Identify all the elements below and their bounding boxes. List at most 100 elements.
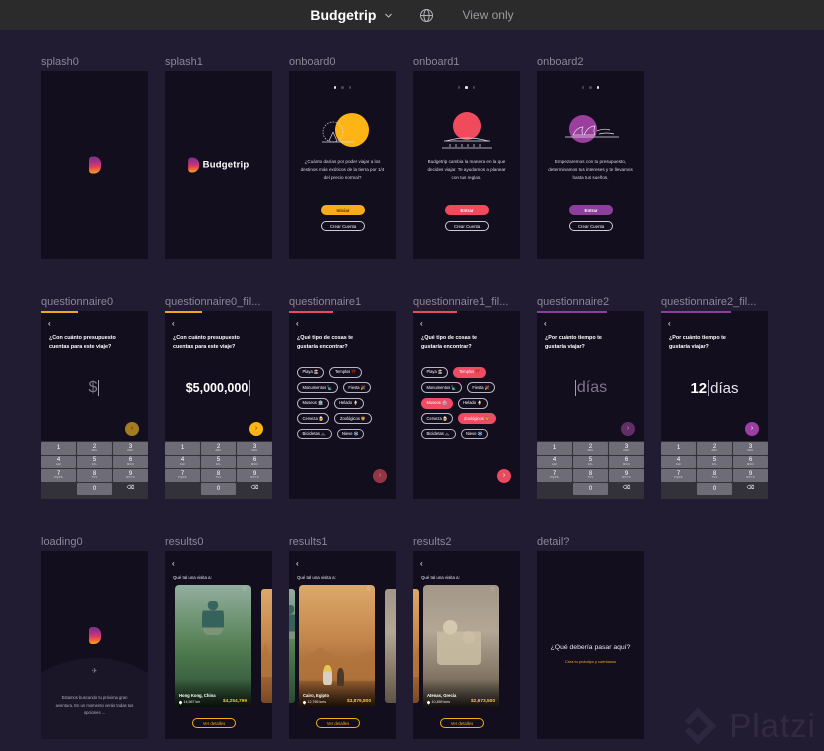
next-button[interactable]	[125, 422, 139, 436]
frame-title[interactable]: questionnaire1	[289, 295, 411, 311]
keypad-key[interactable]: 9 WXYZ	[237, 469, 272, 482]
keypad-key-0[interactable]: 0	[573, 482, 608, 496]
interest-chip[interactable]: Nieve ❄️	[460, 428, 489, 440]
keypad-key[interactable]: 3 DEF	[733, 442, 768, 455]
next-destination-card[interactable]	[261, 589, 272, 703]
budget-input[interactable]: $	[41, 375, 148, 401]
keypad-key[interactable]: 6 MNO	[733, 455, 768, 469]
interest-chip[interactable]: Playa 🏖️	[421, 367, 449, 378]
frame-questionnaire2-fil[interactable]: ¿Por cuánto tiempo te gustaría viajar? 1…	[661, 311, 768, 499]
favorite-icon[interactable]	[367, 588, 371, 593]
keypad-key[interactable]: 1	[165, 442, 200, 455]
interest-chip[interactable]: Monumentos 🗽	[421, 382, 462, 394]
frame-title[interactable]: detail?	[537, 535, 659, 551]
back-icon[interactable]	[296, 320, 299, 328]
destination-card[interactable]: Atenas, Grecia 10,459 kms $2,673,500	[423, 585, 499, 707]
keypad-key[interactable]: 6 MNO	[237, 455, 272, 469]
interest-chip[interactable]: Templos ⛩️	[453, 367, 486, 378]
keypad-key[interactable]: 4 GHI	[537, 455, 572, 469]
interest-chip[interactable]: Bicicletas 🚲	[421, 428, 456, 440]
next-destination-card[interactable]	[385, 589, 396, 703]
keypad-key-0[interactable]: 0	[201, 482, 236, 496]
backspace-key[interactable]: ⌫	[609, 483, 644, 496]
keypad-key-0[interactable]: 0	[697, 482, 732, 496]
chevron-down-icon[interactable]	[384, 11, 393, 20]
next-button[interactable]	[373, 469, 387, 483]
frame-title[interactable]: splash0	[41, 55, 163, 71]
keypad-key[interactable]: 5 JKL	[77, 455, 112, 469]
interest-chip[interactable]: Playa 🏖️	[297, 367, 325, 378]
keypad-key[interactable]: 1	[537, 442, 572, 455]
back-icon[interactable]	[48, 320, 51, 328]
destination-card[interactable]: Cairo, Egipto 12,765 kms $3,879,800	[299, 585, 375, 707]
frame-questionnaire1-fil[interactable]: ¿Qué tipo de cosas te gustaría encontrar…	[413, 311, 520, 499]
destination-card[interactable]: Hong Kong, China 14,567 km $4,254,799	[175, 585, 251, 707]
keypad-key[interactable]: 1	[41, 442, 76, 455]
keypad-key[interactable]: 7 PQRS	[165, 469, 200, 482]
globe-icon[interactable]	[419, 8, 434, 23]
frame-questionnaire0[interactable]: ¿Con cuánto presupuesto cuentas para est…	[41, 311, 148, 499]
create-account-button[interactable]: Crear Cuenta	[445, 221, 489, 231]
keypad-key[interactable]: 1	[661, 442, 696, 455]
keypad-key[interactable]: 9 WXYZ	[113, 469, 148, 482]
interest-chip[interactable]: Cerveza 🍺	[297, 413, 330, 424]
interest-chip[interactable]: Museos 🏛️	[297, 397, 329, 409]
keypad-key[interactable]: 7 PQRS	[537, 469, 572, 482]
interest-chip[interactable]: Templos ⛩️	[329, 367, 362, 378]
frame-questionnaire1[interactable]: ¿Qué tipo de cosas te gustaría encontrar…	[289, 311, 396, 499]
keypad-key-0[interactable]: 0	[77, 482, 112, 496]
keypad-key[interactable]: 8 TUV	[201, 469, 236, 482]
backspace-key[interactable]: ⌫	[733, 483, 768, 496]
keypad-key[interactable]: 6 MNO	[609, 455, 644, 469]
frame-title[interactable]: questionnaire2_fil...	[661, 295, 783, 311]
keypad-key[interactable]: 7 PQRS	[661, 469, 696, 482]
interest-chip[interactable]: Nieve ❄️	[336, 428, 365, 440]
keypad-key[interactable]: 9 WXYZ	[609, 469, 644, 482]
keypad-key[interactable]: 9 WXYZ	[733, 469, 768, 482]
back-icon[interactable]	[296, 560, 299, 568]
ver-detalles-button[interactable]: Ver detalles	[316, 718, 360, 728]
frame-results0[interactable]: Qué tal una visita a: Hong Kong, China 1…	[165, 551, 272, 739]
keypad-key[interactable]: 2 ABC	[201, 442, 236, 455]
keypad-key[interactable]: 3 DEF	[237, 442, 272, 455]
interest-chip[interactable]: Monumentos 🗽	[297, 382, 338, 394]
days-input[interactable]: días	[537, 375, 644, 401]
back-icon[interactable]	[172, 560, 175, 568]
budget-input[interactable]: $5,000,000	[165, 375, 272, 401]
interest-chip[interactable]: Fiesta 🎉	[466, 382, 496, 394]
interest-chip[interactable]: Cerveza 🍺	[421, 413, 454, 424]
create-account-button[interactable]: Crear Cuenta	[569, 221, 613, 231]
keypad-key[interactable]: 7 PQRS	[41, 469, 76, 482]
frame-loading0[interactable]: ✈ Estamos buscando tu próxima gran avent…	[41, 551, 148, 739]
frame-title[interactable]: questionnaire0_fil...	[165, 295, 287, 311]
keypad-key[interactable]: 4 GHI	[661, 455, 696, 469]
frame-questionnaire0-fil[interactable]: ¿Con cuánto presupuesto cuentas para est…	[165, 311, 272, 499]
favorite-icon[interactable]	[243, 588, 247, 593]
frame-onboard0[interactable]: ¿Cuánto darías por poder viajar a los de…	[289, 71, 396, 259]
frame-onboard1[interactable]: Budgetrip cambia la manera en la que dec…	[413, 71, 520, 259]
keypad-key[interactable]: 4 GHI	[165, 455, 200, 469]
primary-button[interactable]: Entrar	[569, 205, 613, 215]
keypad-key[interactable]: 3 DEF	[113, 442, 148, 455]
interest-chip[interactable]: Helado 🍦	[333, 397, 364, 409]
create-account-button[interactable]: Crear Cuenta	[321, 221, 365, 231]
next-button[interactable]	[249, 422, 263, 436]
interest-chip[interactable]: Helado 🍦	[457, 397, 488, 409]
frame-questionnaire2[interactable]: ¿Por cuánto tiempo te gustaría viajar? d…	[537, 311, 644, 499]
frame-title[interactable]: results2	[413, 535, 535, 551]
prev-destination-card[interactable]	[289, 589, 295, 703]
frame-splash0[interactable]	[41, 71, 148, 259]
frame-title[interactable]: onboard0	[289, 55, 411, 71]
interest-chip[interactable]: Museos 🏛️	[421, 397, 453, 409]
keypad-key[interactable]: 8 TUV	[573, 469, 608, 482]
keypad-key[interactable]: 2 ABC	[697, 442, 732, 455]
keypad-key[interactable]: 5 JKL	[573, 455, 608, 469]
keypad-key[interactable]: 6 MNO	[113, 455, 148, 469]
next-button[interactable]	[621, 422, 635, 436]
keypad-key[interactable]: 5 JKL	[201, 455, 236, 469]
frame-title[interactable]: results1	[289, 535, 411, 551]
frame-title[interactable]: results0	[165, 535, 287, 551]
back-icon[interactable]	[420, 320, 423, 328]
prev-destination-card[interactable]	[413, 589, 419, 703]
back-icon[interactable]	[668, 320, 671, 328]
